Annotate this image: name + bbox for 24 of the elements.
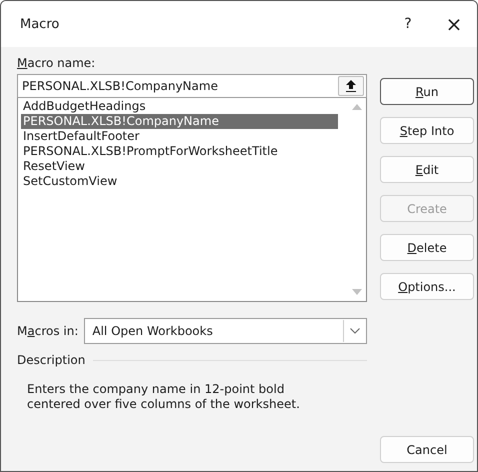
scroll-up-icon[interactable] <box>352 104 362 110</box>
dialog-button[interactable]: Delete <box>380 234 474 261</box>
macro-list-item[interactable]: SetCustomView <box>21 174 338 189</box>
macros-in-dropdown[interactable]: All Open Workbooks <box>84 318 367 344</box>
dialog-button[interactable]: Edit <box>380 156 474 183</box>
cancel-button[interactable]: Cancel <box>380 436 474 463</box>
macro-list-item[interactable]: PERSONAL.XLSB!PromptForWorksheetTitle <box>21 144 338 159</box>
macro-name-label: Macro name: <box>17 55 96 71</box>
description-text: Enters the company name in 12-point bold centered over five columns of the worksheet. <box>27 382 301 412</box>
description-heading: Description <box>17 352 86 368</box>
window-title: Macro <box>20 16 60 32</box>
macro-list-item[interactable]: PERSONAL.XLSB!CompanyName <box>21 114 338 129</box>
macro-list-item[interactable]: ResetView <box>21 159 338 174</box>
close-button[interactable]: × <box>431 1 477 47</box>
scroll-down-icon[interactable] <box>352 289 362 295</box>
dialog-button[interactable]: Step Into <box>380 117 474 144</box>
macro-name-field[interactable]: PERSONAL.XLSB!CompanyName <box>17 74 367 98</box>
macro-list-item[interactable]: InsertDefaultFooter <box>21 129 338 144</box>
dialog-button[interactable]: Options... <box>380 273 474 300</box>
macros-in-label: Macros in: <box>17 323 78 339</box>
dialog-button[interactable]: Run <box>380 78 474 105</box>
help-button[interactable]: ? <box>385 1 431 47</box>
macro-list-item[interactable]: AddBudgetHeadings <box>21 99 338 114</box>
chevron-down-icon <box>350 328 360 334</box>
